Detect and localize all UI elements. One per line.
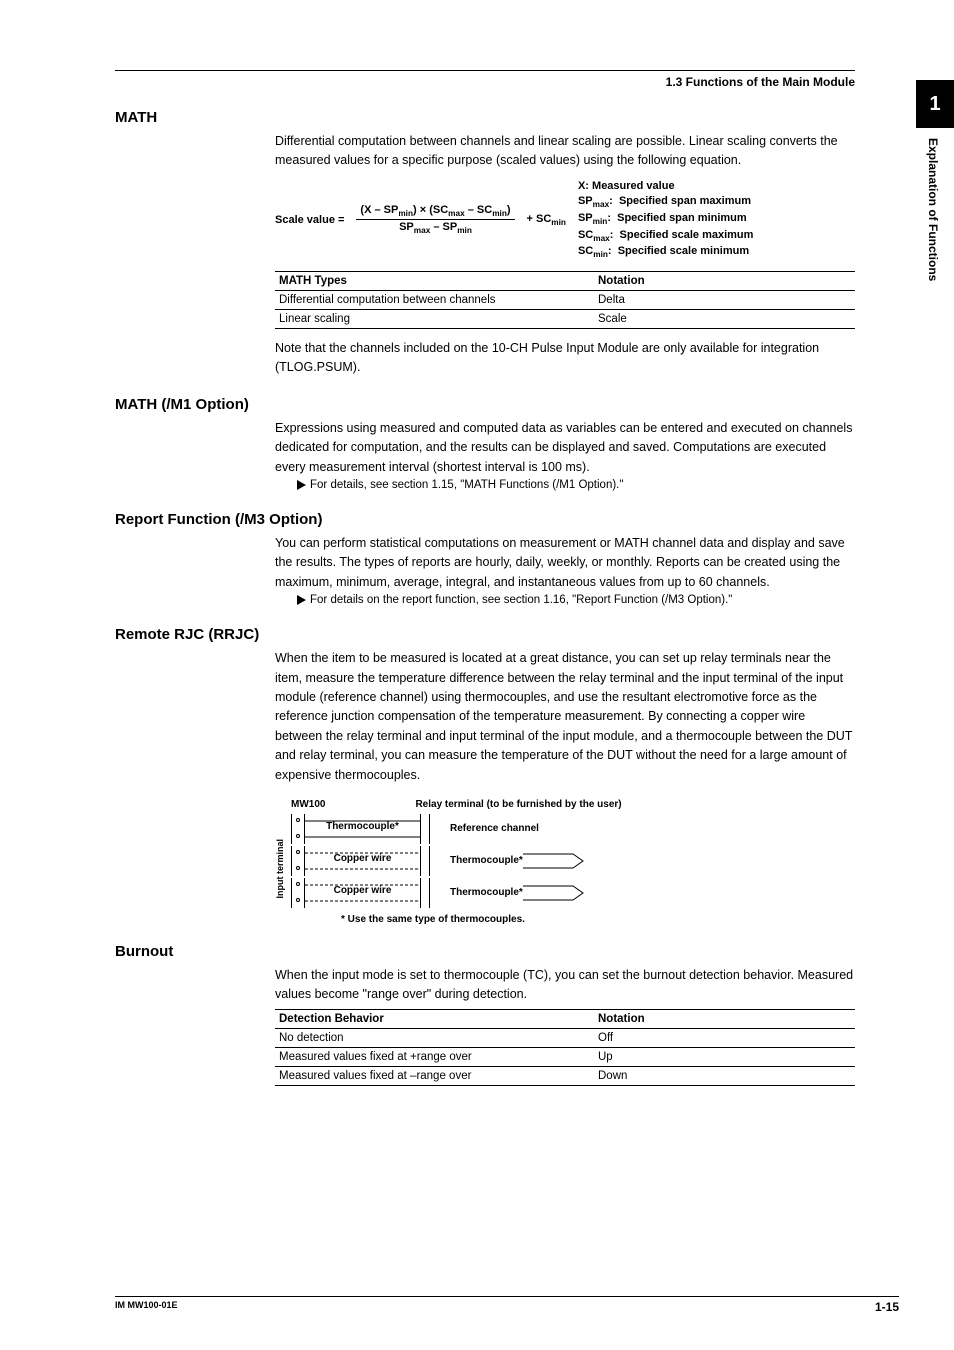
scale-equation: Scale value = (X – SPmin) × (SCmax – SCm… xyxy=(275,179,855,261)
dia-footnote: * Use the same type of thermocouples. xyxy=(341,914,855,925)
math-note: Note that the channels included on the 1… xyxy=(275,339,855,378)
input-terminal-label: Input terminal xyxy=(275,839,285,899)
table-row: Linear scalingScale xyxy=(275,310,855,329)
arrow-icon xyxy=(297,595,306,605)
chapter-tab: 1 Explanation of Functions xyxy=(916,80,954,281)
th-notation: Notation xyxy=(594,272,855,291)
th-notation: Notation xyxy=(594,1009,855,1028)
m1-ref: For details, see section 1.15, "MATH Fun… xyxy=(297,477,855,493)
tc-probe-icon xyxy=(523,850,588,872)
eq-lhs: Scale value = xyxy=(275,214,344,226)
arrow-icon xyxy=(297,480,306,490)
heading-m1: MATH (/M1 Option) xyxy=(115,396,855,413)
burnout-table: Detection BehaviorNotation No detectionO… xyxy=(275,1009,855,1086)
dia-refch-label: Reference channel xyxy=(450,823,539,834)
table-row: Measured values fixed at –range overDown xyxy=(275,1066,855,1085)
footer-page-num: 1-15 xyxy=(875,1300,899,1314)
chapter-label: Explanation of Functions xyxy=(916,128,940,281)
table-row: No detectionOff xyxy=(275,1028,855,1047)
dia-tc-label: Thermocouple* xyxy=(450,887,523,898)
tc-probe-icon xyxy=(523,882,588,904)
heading-math: MATH xyxy=(115,109,855,126)
chapter-number: 1 xyxy=(916,80,954,128)
rrjc-diagram: Input terminal MW100 Relay terminal (to … xyxy=(275,799,855,925)
footer-doc-id: IM MW100-01E xyxy=(115,1300,178,1314)
burnout-body: When the input mode is set to thermocoup… xyxy=(275,966,855,1005)
math-types-table: MATH TypesNotation Differential computat… xyxy=(275,271,855,329)
dia-tc-label: Thermocouple* xyxy=(450,855,523,866)
running-header: 1.3 Functions of the Main Module xyxy=(115,75,855,89)
heading-m3: Report Function (/M3 Option) xyxy=(115,511,855,528)
heading-rrjc: Remote RJC (RRJC) xyxy=(115,626,855,643)
m3-ref: For details on the report function, see … xyxy=(297,592,855,608)
page-footer: IM MW100-01E 1-15 xyxy=(115,1296,899,1314)
dia-cw-label: Copper wire xyxy=(305,853,420,864)
dia-mw-label: MW100 xyxy=(291,799,325,810)
m1-body: Expressions using measured and computed … xyxy=(275,419,855,477)
th-math-types: MATH Types xyxy=(275,272,594,291)
rrjc-body: When the item to be measured is located … xyxy=(275,649,855,785)
m3-body: You can perform statistical computations… xyxy=(275,534,855,592)
dia-relay-label: Relay terminal (to be furnished by the u… xyxy=(415,799,621,810)
table-row: Measured values fixed at +range overUp xyxy=(275,1047,855,1066)
eq-legend: X: Measured value SPmax: Specified span … xyxy=(578,179,753,261)
th-detection: Detection Behavior xyxy=(275,1009,594,1028)
math-intro: Differential computation between channel… xyxy=(275,132,855,171)
heading-burnout: Burnout xyxy=(115,943,855,960)
dia-cw-label: Copper wire xyxy=(305,885,420,896)
dia-tc-label: Thermocouple* xyxy=(305,821,420,832)
table-row: Differential computation between channel… xyxy=(275,291,855,310)
legend-x: X: Measured value xyxy=(578,179,753,194)
